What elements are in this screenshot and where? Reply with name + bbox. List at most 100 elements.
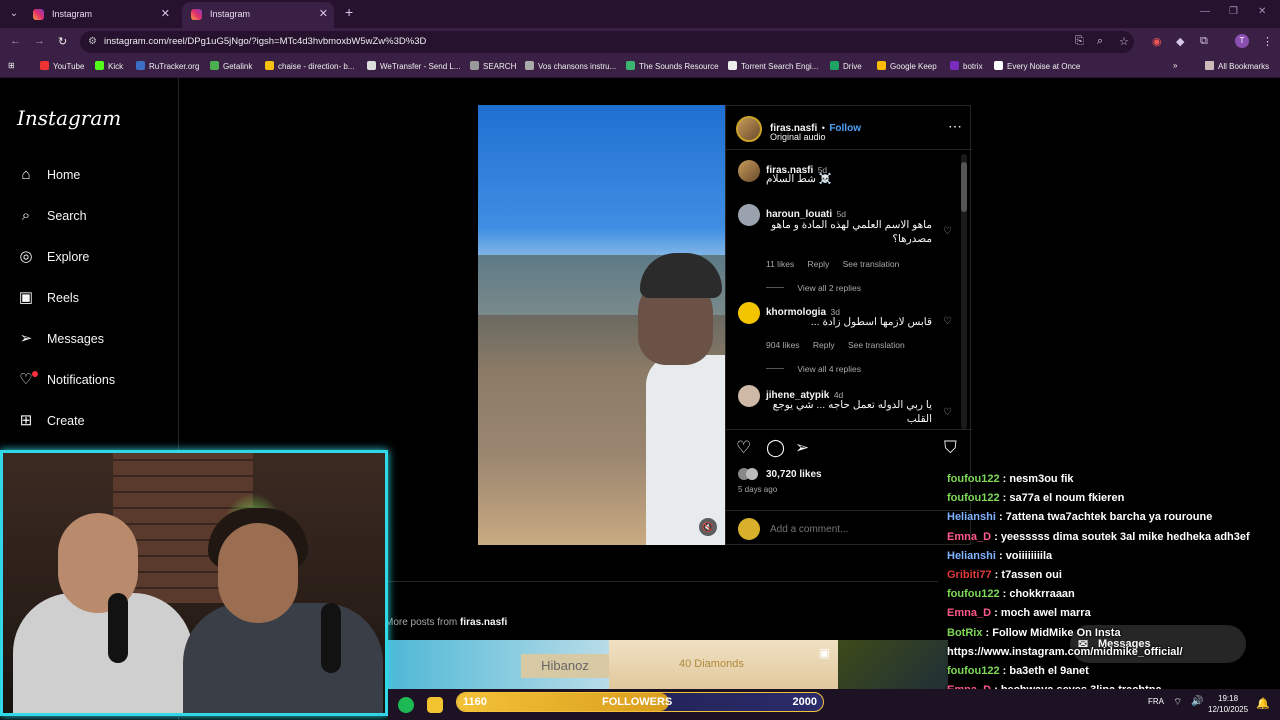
bookmark-sounds-resource[interactable]: The Sounds Resource <box>626 61 719 71</box>
spotify-icon[interactable] <box>398 697 414 713</box>
file-explorer-icon[interactable] <box>427 697 443 713</box>
chat-username[interactable]: Emna_D <box>947 531 991 543</box>
language-indicator[interactable]: FRA <box>1148 697 1164 706</box>
new-tab-button[interactable]: + <box>345 4 353 20</box>
bookmark-search[interactable]: SEARCH <box>470 61 516 71</box>
bookmark-drive[interactable]: Drive <box>830 61 862 71</box>
like-comment-icon[interactable]: ♡ <box>943 316 952 327</box>
nav-messages[interactable]: ➢ Messages <box>17 328 104 350</box>
comment-avatar[interactable] <box>738 385 760 407</box>
share-send-icon[interactable]: ➢ <box>795 438 809 458</box>
chat-username[interactable]: Emna_D <box>947 607 991 619</box>
chat-username[interactable]: foufou122 <box>947 588 1000 600</box>
audio-label[interactable]: Original audio <box>770 132 826 142</box>
follow-button[interactable]: Follow <box>829 123 861 134</box>
chat-username[interactable]: foufou122 <box>947 473 1000 485</box>
url-field[interactable]: ⚙ instagram.com/reel/DPg1uG5jNgo/?igsh=MT… <box>80 31 1134 53</box>
bookmark-youtube[interactable]: YouTube <box>40 61 84 71</box>
emoji-icon[interactable] <box>738 518 760 540</box>
bookmark-chaise[interactable]: chaise - direction- b... <box>265 61 354 71</box>
bookmark-botrix[interactable]: botrix <box>950 61 983 71</box>
likes-count[interactable]: 30,720 likes <box>766 469 822 480</box>
tab-search-button[interactable]: ⌄ <box>6 6 22 22</box>
author-avatar[interactable] <box>736 116 762 142</box>
like-heart-icon[interactable]: ♡ <box>736 438 751 458</box>
profile-avatar[interactable]: T <box>1235 34 1249 48</box>
menu-kebab-icon[interactable]: ⋮ <box>1262 35 1273 48</box>
tab-instagram-1[interactable]: Instagram ✕ <box>24 2 176 28</box>
comment-avatar[interactable] <box>738 302 760 324</box>
view-replies-button[interactable]: View all 2 replies <box>797 283 861 293</box>
reel-video[interactable] <box>478 105 725 545</box>
reply-button[interactable]: Reply <box>808 259 830 269</box>
nav-explore[interactable]: ◎ Explore <box>17 246 89 268</box>
notification-bell-icon[interactable]: 🔔 <box>1256 697 1270 710</box>
save-bookmark-icon[interactable]: ⛉ <box>944 438 957 458</box>
comment-likes[interactable]: 11 likes <box>766 259 794 269</box>
bookmark-kick[interactable]: Kick <box>95 61 123 71</box>
extension-icon[interactable]: ◉ <box>1152 35 1162 48</box>
chat-message: https://www.instagram.com/midmike_offici… <box>947 643 1183 661</box>
install-icon[interactable]: ⎘ <box>1075 35 1084 48</box>
liker-avatars[interactable] <box>738 468 764 480</box>
zoom-icon[interactable]: ⌕ <box>1097 35 1103 48</box>
instagram-logo[interactable]: Instagram <box>17 106 121 130</box>
close-tab-icon[interactable]: ✕ <box>319 2 328 26</box>
comment-avatar[interactable] <box>738 160 760 182</box>
nav-search[interactable]: ⌕ Search <box>17 205 87 227</box>
site-info-icon[interactable]: ⚙ <box>88 31 97 53</box>
extensions-puzzle-icon[interactable]: ⧉ <box>1200 35 1208 48</box>
reply-button[interactable]: Reply <box>813 340 835 350</box>
reload-icon[interactable]: ↻ <box>58 35 67 48</box>
restore-icon[interactable]: ❐ <box>1229 6 1238 17</box>
bookmark-torrent-search[interactable]: Torrent Search Engi... <box>728 61 818 71</box>
chat-username[interactable]: Gribiti77 <box>947 569 992 581</box>
bookmark-every-noise[interactable]: Every Noise at Once <box>994 61 1080 71</box>
minimize-icon[interactable]: — <box>1200 6 1210 17</box>
comment-text: شط السلام ☠️ <box>766 173 832 185</box>
view-replies-button[interactable]: View all 4 replies <box>797 364 861 374</box>
bookmark-getalink[interactable]: Getalink <box>210 61 252 71</box>
mute-icon[interactable]: 🔇 <box>699 518 717 536</box>
more-options-icon[interactable]: ⋯ <box>948 118 962 135</box>
volume-icon[interactable]: 🔊 <box>1191 696 1203 707</box>
close-tab-icon[interactable]: ✕ <box>161 2 170 26</box>
bookmark-wetransfer[interactable]: WeTransfer - Send L... <box>367 61 460 71</box>
bookmark-rutracker[interactable]: RuTracker.org <box>136 61 199 71</box>
system-clock[interactable]: 19:18 12/10/2025 <box>1208 693 1248 715</box>
tab-instagram-2[interactable]: Instagram ✕ <box>182 2 334 28</box>
back-icon[interactable]: ← <box>10 35 21 47</box>
nav-reels[interactable]: ▣ Reels <box>17 287 79 309</box>
network-icon[interactable]: ⌔ <box>1173 696 1182 709</box>
nav-create[interactable]: ⊞ Create <box>17 410 85 432</box>
clock-date: 12/10/2025 <box>1208 705 1249 714</box>
chat-username[interactable]: Helianshi <box>947 511 996 523</box>
see-translation-button[interactable]: See translation <box>848 340 905 350</box>
bookmark-label: Kick <box>108 62 124 71</box>
chat-username[interactable]: BotRix <box>947 627 982 639</box>
extension-icon[interactable]: ◆ <box>1176 35 1184 48</box>
add-comment-row <box>726 510 972 547</box>
bookmark-google-keep[interactable]: Google Keep <box>877 61 937 71</box>
apps-grid-icon[interactable]: ⊞ <box>8 61 15 70</box>
chat-username[interactable]: Helianshi <box>947 550 996 562</box>
nav-home[interactable]: ⌂ Home <box>17 164 80 186</box>
more-bookmarks-icon[interactable]: » <box>1173 61 1177 70</box>
more-posts-username[interactable]: firas.nasfi <box>460 617 507 628</box>
bookmark-chansons[interactable]: Vos chansons instru... <box>525 61 616 71</box>
comment-likes[interactable]: 904 likes <box>766 340 800 350</box>
chat-username[interactable]: foufou122 <box>947 492 1000 504</box>
like-comment-icon[interactable]: ♡ <box>943 226 952 237</box>
bookmark-star-icon[interactable]: ☆ <box>1119 35 1129 48</box>
comment-bubble-icon[interactable]: ◯ <box>766 438 785 458</box>
forward-icon[interactable]: → <box>34 35 45 47</box>
close-window-icon[interactable]: ✕ <box>1258 6 1266 17</box>
chat-username[interactable]: foufou122 <box>947 665 1000 677</box>
add-comment-input[interactable] <box>770 521 930 537</box>
nav-notifications[interactable]: ♡ Notifications <box>17 369 115 391</box>
comment-avatar[interactable] <box>738 204 760 226</box>
nav-label: Explore <box>47 250 90 264</box>
like-comment-icon[interactable]: ♡ <box>943 407 952 418</box>
all-bookmarks[interactable]: All Bookmarks <box>1205 61 1269 71</box>
see-translation-button[interactable]: See translation <box>843 259 900 269</box>
